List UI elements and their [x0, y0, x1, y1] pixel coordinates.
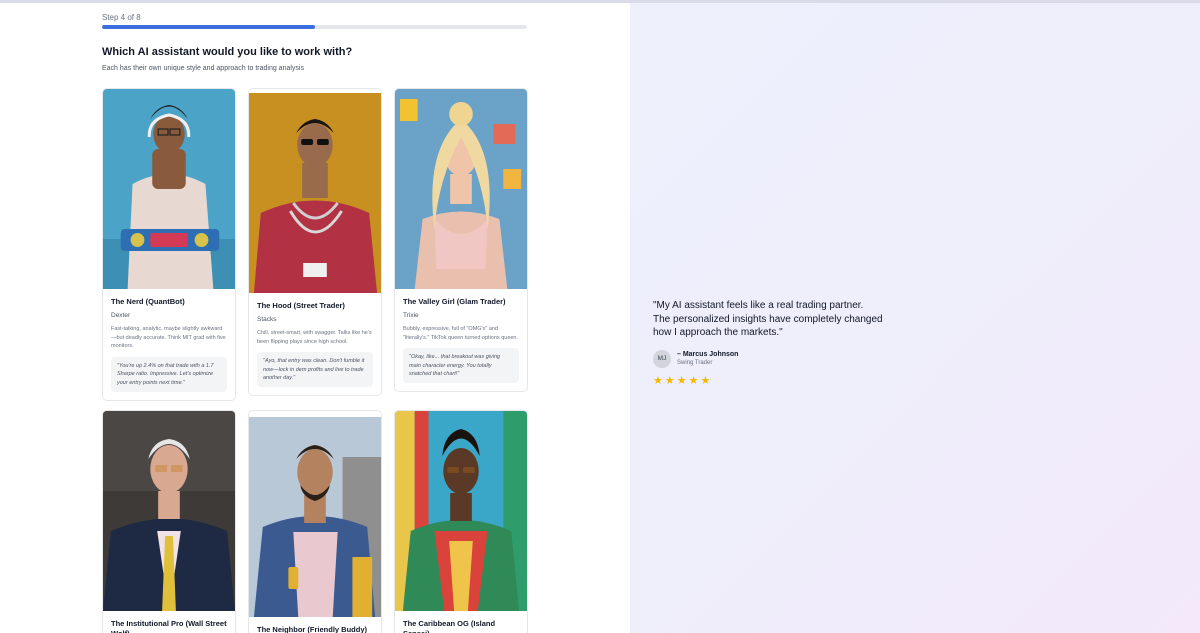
author-role: Swing Trader — [677, 360, 713, 366]
assistant-title: The Caribbean OG (Island Sensei) — [403, 619, 496, 633]
assistant-sample-quote: "You're up 2.4% on that trade with a 1.7… — [111, 357, 227, 392]
assistant-card-neighbor[interactable]: The Neighbor (Friendly Buddy) — [248, 410, 382, 633]
app-frame: Step 4 of 8 Which AI assistant would you… — [0, 0, 1200, 633]
assistant-card-body: The Institutional Pro (Wall Street Wolf) — [103, 611, 235, 633]
star-icon: ★ — [676, 374, 687, 387]
page-subtitle: Each has their own unique style and appr… — [102, 65, 304, 72]
assistant-photo-institutional-pro — [103, 411, 235, 611]
assistant-title: The Neighbor (Friendly Buddy) — [257, 625, 367, 633]
star-icon: ★ — [653, 374, 663, 387]
avatar: MJ — [653, 349, 671, 368]
assistant-sample-quote: "Okay, like... that breakout was giving … — [403, 348, 519, 384]
assistant-card-body: The Neighbor (Friendly Buddy) — [249, 617, 381, 633]
testimonial: "My AI assistant feels like a real tradi… — [653, 299, 883, 387]
assistant-photo-hood — [249, 93, 381, 293]
assistant-name: Dexter — [111, 311, 131, 319]
assistant-title: The Nerd (QuantBot) — [111, 297, 185, 306]
author-name: – Marcus Johnson — [677, 351, 739, 358]
assistant-photo-caribbean-og — [395, 411, 527, 611]
assistant-card-body: The Caribbean OG (Island Sensei) — [395, 611, 527, 633]
assistant-card-caribbean-og[interactable]: The Caribbean OG (Island Sensei) — [394, 410, 528, 633]
progress-bar-fill — [102, 25, 315, 29]
assistant-card-nerd[interactable]: The Nerd (QuantBot) Dexter Fast-talking,… — [102, 88, 236, 401]
assistant-name: Stacks — [257, 315, 277, 323]
assistant-card-hood[interactable]: The Hood (Street Trader) Stacks Chill, s… — [248, 88, 382, 397]
assistant-card-body: The Nerd (QuantBot) Dexter Fast-talking,… — [103, 289, 235, 400]
assistant-title: The Hood (Street Trader) — [257, 301, 345, 310]
testimonial-quote: "My AI assistant feels like a real tradi… — [653, 300, 883, 338]
assistant-card-institutional-pro[interactable]: The Institutional Pro (Wall Street Wolf) — [102, 410, 236, 633]
assistant-card-body: The Valley Girl (Glam Trader) Trixie Bub… — [395, 289, 527, 391]
assistant-title: The Institutional Pro (Wall Street Wolf) — [111, 619, 227, 633]
assistant-photo-nerd — [103, 89, 235, 289]
star-icon: ★ — [664, 374, 675, 387]
assistant-name: Trixie — [403, 311, 419, 319]
assistant-description: Chill, street-smart, with swagger. Talks… — [257, 329, 372, 345]
testimonial-author: MJ – Marcus Johnson Swing Trader — [653, 349, 883, 368]
assistant-title: The Valley Girl (Glam Trader) — [403, 297, 506, 306]
step-indicator: Step 4 of 8 — [102, 13, 141, 22]
assistant-photo-neighbor — [249, 417, 381, 617]
star-icon: ★ — [700, 374, 711, 387]
assistant-description: Bubbly, expressive, full of "OMG's" and … — [403, 325, 519, 341]
assistant-card-body: The Hood (Street Trader) Stacks Chill, s… — [249, 293, 381, 395]
page-title: Which AI assistant would you like to wor… — [102, 46, 353, 58]
star-icon: ★ — [688, 374, 699, 387]
author-info: – Marcus Johnson Swing Trader — [677, 351, 738, 366]
testimonial-panel: "My AI assistant feels like a real tradi… — [630, 3, 1200, 633]
assistant-card-valley-girl[interactable]: The Valley Girl (Glam Trader) Trixie Bub… — [394, 88, 528, 393]
progress-bar — [102, 25, 527, 29]
star-rating: ★ ★ ★ ★ ★ — [653, 374, 883, 387]
onboarding-panel: Step 4 of 8 Which AI assistant would you… — [0, 3, 630, 633]
assistant-description: Fast-talking, analytic, maybe slightly a… — [111, 325, 226, 350]
assistant-photo-valley-girl — [395, 89, 527, 289]
assistant-sample-quote: "Ayo, that entry was clean. Don't fumble… — [257, 352, 373, 388]
